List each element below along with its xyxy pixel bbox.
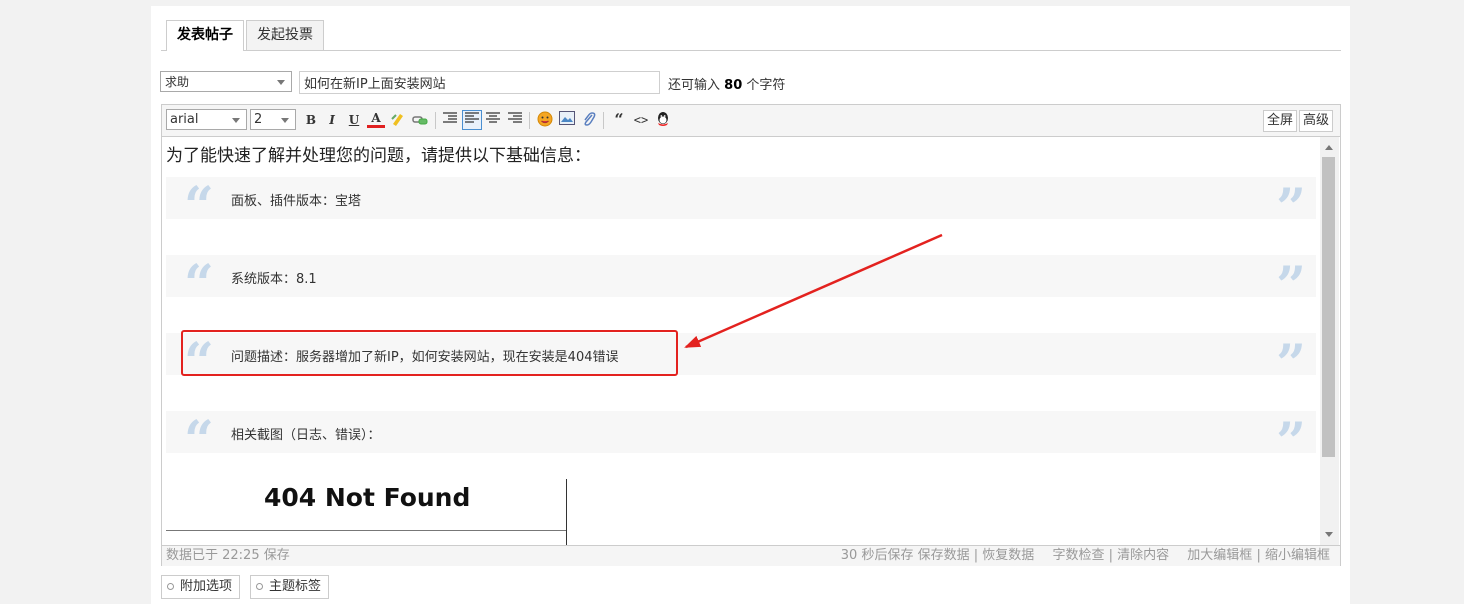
scroll-thumb[interactable]: [1322, 157, 1335, 457]
chevron-down-icon: [277, 80, 285, 85]
editor-toolbar: arial 2 B I U A “ <> 全屏 高级: [162, 105, 1340, 137]
font-size-select[interactable]: 2: [250, 109, 296, 130]
code-icon[interactable]: <>: [632, 111, 650, 129]
status-actions: 30 秒后保存 保存数据 | 恢复数据 字数检查 | 清除内容 加大编辑框 | …: [841, 546, 1330, 565]
char-hint-suffix: 个字符: [746, 78, 786, 93]
screenshot-divider: [166, 530, 566, 531]
tab-poll[interactable]: 发起投票: [246, 20, 324, 50]
align-center-icon[interactable]: [484, 111, 502, 129]
toolbar-divider: [435, 112, 436, 129]
indent-icon[interactable]: [441, 111, 459, 129]
post-tabs: 发表帖子 发起投票: [161, 6, 1341, 51]
separator: |: [973, 548, 979, 563]
fullscreen-button[interactable]: 全屏: [1263, 110, 1298, 132]
bold-button[interactable]: B: [302, 111, 320, 129]
attachment-icon[interactable]: [580, 111, 598, 129]
post-panel: 发表帖子 发起投票 求助 还可输入 80 个字符 arial 2 B I U A: [151, 6, 1350, 604]
extra-options-label: 附加选项: [180, 579, 233, 594]
word-check-link[interactable]: 字数检查: [1052, 548, 1104, 563]
quote-icon[interactable]: “: [610, 111, 628, 129]
bullet-icon: [256, 583, 263, 590]
link-icon[interactable]: [411, 111, 429, 129]
image-icon[interactable]: [558, 111, 576, 129]
font-color-button[interactable]: A: [367, 111, 385, 128]
qq-icon[interactable]: [654, 111, 672, 129]
thread-type-value: 求助: [165, 75, 190, 89]
underline-button[interactable]: U: [345, 111, 363, 129]
separator: |: [1256, 548, 1261, 563]
bullet-icon: [167, 583, 174, 590]
restore-data-link[interactable]: 恢复数据: [982, 548, 1034, 563]
thread-tags-label: 主题标签: [269, 579, 322, 594]
chevron-down-icon: [281, 118, 289, 123]
char-count-hint: 还可输入 80 个字符: [668, 74, 785, 93]
autosave-countdown: 30 秒后保存: [840, 548, 914, 563]
editor-scrollbar[interactable]: [1320, 137, 1339, 545]
subject-input[interactable]: [299, 71, 660, 94]
chevron-down-icon: [232, 118, 240, 123]
editor-statusbar: 数据已于 22:25 保存 30 秒后保存 保存数据 | 恢复数据 字数检查 |…: [162, 545, 1340, 566]
italic-button[interactable]: I: [323, 111, 341, 129]
shrink-editor-link[interactable]: 缩小编辑框: [1265, 548, 1330, 563]
editor-content[interactable]: 为了能快速了解并处理您的问题，请提供以下基础信息： “ 面板、插件版本：宝塔 ”…: [162, 137, 1320, 545]
scroll-up-icon[interactable]: [1325, 145, 1333, 150]
extra-options-button[interactable]: 附加选项: [161, 575, 241, 599]
save-data-link[interactable]: 保存数据: [918, 548, 970, 563]
char-hint-prefix: 还可输入: [668, 78, 721, 93]
tab-post[interactable]: 发表帖子: [166, 20, 244, 51]
smiley-icon[interactable]: [536, 111, 554, 129]
autosave-status: 数据已于 22:25 保存: [166, 548, 290, 563]
align-right-icon[interactable]: [506, 111, 524, 129]
thread-type-select[interactable]: 求助: [160, 71, 292, 92]
screenshot-404-title: 404 Not Found: [264, 483, 471, 512]
enlarge-editor-link[interactable]: 加大编辑框: [1187, 548, 1252, 563]
clear-content-link[interactable]: 清除内容: [1117, 548, 1169, 563]
rich-text-editor: arial 2 B I U A “ <> 全屏 高级 为了能快速了解并处理您的问…: [161, 104, 1341, 566]
toolbar-divider: [603, 112, 604, 129]
advanced-button[interactable]: 高级: [1299, 110, 1334, 132]
font-family-value: arial: [170, 112, 199, 127]
scroll-down-icon[interactable]: [1325, 532, 1333, 537]
thread-tags-button[interactable]: 主题标签: [250, 575, 330, 599]
font-size-value: 2: [254, 112, 263, 127]
font-family-select[interactable]: arial: [166, 109, 247, 130]
char-hint-count: 80: [724, 78, 743, 93]
screenshot-edge: [566, 479, 567, 545]
highlight-color-icon[interactable]: [389, 111, 407, 129]
toolbar-divider: [529, 112, 530, 129]
align-left-icon[interactable]: [462, 110, 482, 130]
separator: |: [1108, 548, 1113, 563]
